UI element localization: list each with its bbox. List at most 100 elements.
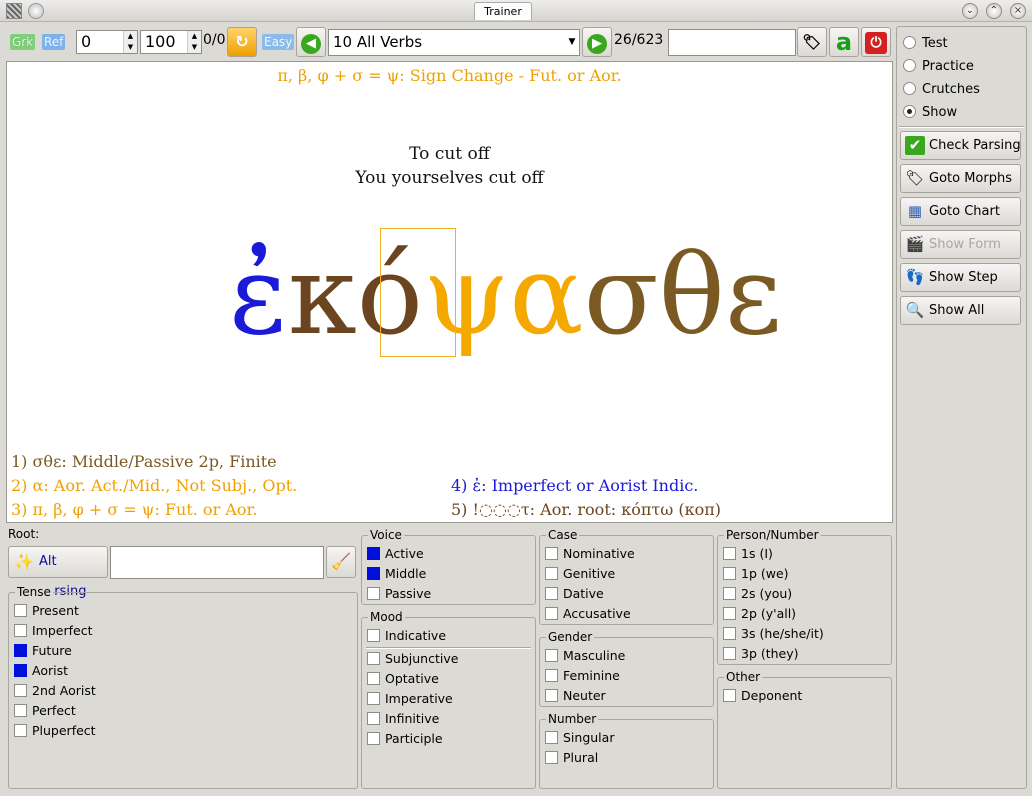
tense-pluperfect-checkbox[interactable]: Pluperfect xyxy=(14,721,96,741)
radio-icon xyxy=(903,105,916,118)
word-part: ἐ xyxy=(229,231,289,359)
footprint-icon: 👣 xyxy=(905,268,925,286)
mood-indicative-checkbox[interactable]: Indicative xyxy=(367,626,446,646)
checkbox-icon xyxy=(367,567,380,580)
goto-chart-button[interactable]: ▦ Goto Chart xyxy=(900,197,1021,226)
hint-text: π, β, φ + σ = ψ: Sign Change - Fut. or A… xyxy=(277,66,622,85)
check-parsing-button[interactable]: ✔ Check Parsing xyxy=(900,131,1021,160)
button-label: Check Parsing xyxy=(929,138,1021,153)
number-singular-checkbox[interactable]: Singular xyxy=(545,728,614,748)
checkbox-icon xyxy=(723,567,736,580)
tag-button[interactable]: 🏷 xyxy=(797,27,827,57)
app-icon[interactable] xyxy=(6,3,22,19)
word-part: α xyxy=(509,231,584,359)
spin-arrows-icon[interactable]: ▲ ▼ xyxy=(123,31,137,53)
highlight-box xyxy=(380,228,456,357)
range-end-spinbox[interactable]: 100 ▲ ▼ xyxy=(140,30,202,54)
mode-label: Test xyxy=(922,36,948,51)
group-title: Number xyxy=(546,712,599,726)
button-label: Show Form xyxy=(929,237,1001,252)
close-button[interactable]: × xyxy=(1010,3,1026,19)
quit-button[interactable]: ⏻ xyxy=(861,27,891,57)
range-start-value: 0 xyxy=(81,32,92,51)
checkbox-icon xyxy=(14,604,27,617)
number-plural-checkbox[interactable]: Plural xyxy=(545,748,598,768)
voice-middle-checkbox[interactable]: Middle xyxy=(367,564,426,584)
checkbox-icon xyxy=(545,587,558,600)
checkbox-icon xyxy=(545,567,558,580)
mood-optative-checkbox[interactable]: Optative xyxy=(367,669,439,689)
mode-show-radio[interactable]: Show xyxy=(903,103,957,123)
spin-arrows-icon[interactable]: ▲ ▼ xyxy=(187,31,201,53)
mood-subjunctive-checkbox[interactable]: Subjunctive xyxy=(367,649,458,669)
mode-practice-radio[interactable]: Practice xyxy=(903,57,974,77)
tense-perfect-checkbox[interactable]: Perfect xyxy=(14,701,76,721)
step-4: 4) ἐ: Imperfect or Aorist Indic. xyxy=(451,476,699,495)
tense-2nd-aorist-checkbox[interactable]: 2nd Aorist xyxy=(14,681,96,701)
checkbox-label: Dative xyxy=(563,586,604,601)
tense-imperfect-checkbox[interactable]: Imperfect xyxy=(14,621,93,641)
goto-morphs-button[interactable]: 🏷 Goto Morphs xyxy=(900,164,1021,193)
refresh-button[interactable]: ↻ xyxy=(227,27,257,57)
lexical-gloss: To cut off xyxy=(409,144,490,164)
voice-passive-checkbox[interactable]: Passive xyxy=(367,584,431,604)
group-title: Case xyxy=(546,528,580,542)
root-input[interactable] xyxy=(110,546,324,579)
next-button[interactable]: ▶ xyxy=(582,27,612,57)
checkbox-icon xyxy=(723,647,736,660)
previous-button[interactable]: ◀ xyxy=(296,27,326,57)
form-gloss: You yourselves cut off xyxy=(355,168,544,188)
show-step-button[interactable]: 👣 Show Step xyxy=(900,263,1021,292)
search-input[interactable] xyxy=(668,29,796,56)
show-form-button[interactable]: 🎬 Show Form xyxy=(900,230,1021,259)
checkbox-label: 3s (he/she/it) xyxy=(741,626,824,641)
case-nominative-checkbox[interactable]: Nominative xyxy=(545,544,635,564)
window-menu-icon[interactable] xyxy=(28,3,44,19)
clear-root-button[interactable]: 🧹 xyxy=(326,546,356,578)
case-accusative-checkbox[interactable]: Accusative xyxy=(545,604,631,624)
minimize-button[interactable]: ⌄ xyxy=(962,3,978,19)
gender-masculine-checkbox[interactable]: Masculine xyxy=(545,646,625,666)
chevron-down-icon[interactable]: ▼ xyxy=(565,30,579,55)
person-1p-checkbox[interactable]: 1p (we) xyxy=(723,564,789,584)
reference-toggle[interactable]: Ref xyxy=(42,34,66,50)
gender-group: Gender Masculine Feminine Neuter xyxy=(539,630,714,707)
gender-neuter-checkbox[interactable]: Neuter xyxy=(545,686,606,706)
maximize-button[interactable]: ⌃ xyxy=(986,3,1002,19)
mood-participle-checkbox[interactable]: Participle xyxy=(367,729,443,749)
checkbox-icon xyxy=(367,732,380,745)
show-all-button[interactable]: 🔍 Show All xyxy=(900,296,1021,325)
person-2p-checkbox[interactable]: 2p (y'all) xyxy=(723,604,796,624)
person-1s-checkbox[interactable]: 1s (I) xyxy=(723,544,773,564)
greek-toggle[interactable]: Grk xyxy=(10,34,36,50)
person-3s-checkbox[interactable]: 3s (he/she/it) xyxy=(723,624,824,644)
checkbox-icon xyxy=(545,689,558,702)
case-genitive-checkbox[interactable]: Genitive xyxy=(545,564,615,584)
person-2s-checkbox[interactable]: 2s (you) xyxy=(723,584,792,604)
person-3p-checkbox[interactable]: 3p (they) xyxy=(723,644,799,664)
tense-future-checkbox[interactable]: Future xyxy=(14,641,72,661)
tense-aorist-checkbox[interactable]: Aorist xyxy=(14,661,68,681)
checkbox-label: 3p (they) xyxy=(741,646,799,661)
easy-toggle[interactable]: Easy xyxy=(262,34,295,50)
checkbox-label: Subjunctive xyxy=(385,651,459,666)
deponent-checkbox[interactable]: Deponent xyxy=(723,686,802,706)
mode-test-radio[interactable]: Test xyxy=(903,34,948,54)
mood-imperative-checkbox[interactable]: Imperative xyxy=(367,689,453,709)
alt-parsing-button[interactable]: ✨ Alt Parsing xyxy=(8,546,108,599)
tense-present-checkbox[interactable]: Present xyxy=(14,601,79,621)
checkbox-label: Participle xyxy=(385,731,443,746)
checkbox-icon xyxy=(14,624,27,637)
radio-icon xyxy=(903,82,916,95)
case-dative-checkbox[interactable]: Dative xyxy=(545,584,604,604)
mood-infinitive-checkbox[interactable]: Infinitive xyxy=(367,709,439,729)
gender-feminine-checkbox[interactable]: Feminine xyxy=(545,666,620,686)
checkbox-icon xyxy=(545,547,558,560)
accent-button[interactable]: a xyxy=(829,27,859,57)
checkbox-label: Genitive xyxy=(563,566,616,581)
verb-set-select[interactable]: 10 All Verbs ▼ xyxy=(328,29,580,56)
voice-active-checkbox[interactable]: Active xyxy=(367,544,424,564)
range-start-spinbox[interactable]: 0 ▲ ▼ xyxy=(76,30,138,54)
position-counter: 26/623 xyxy=(614,32,664,48)
mode-crutches-radio[interactable]: Crutches xyxy=(903,80,980,100)
